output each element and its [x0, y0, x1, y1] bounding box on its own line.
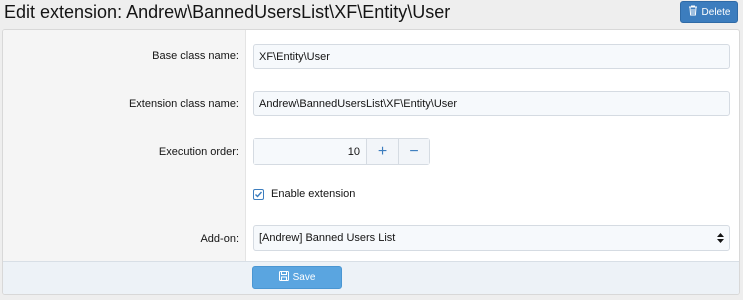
delete-button-label: Delete: [701, 6, 731, 18]
addon-selected-value: [Andrew] Banned Users List: [259, 232, 396, 244]
decrement-button[interactable]: −: [398, 139, 429, 164]
execution-order-stepper: 10 + −: [253, 138, 430, 165]
addon-label: Add-on:: [200, 233, 239, 245]
delete-button[interactable]: Delete: [680, 1, 738, 23]
page-title: Edit extension: Andrew\BannedUsersList\X…: [4, 2, 451, 22]
select-caret-icon: [717, 233, 724, 243]
addon-select[interactable]: [Andrew] Banned Users List: [253, 225, 730, 251]
extension-class-input[interactable]: Andrew\BannedUsersList\XF\Entity\User: [253, 91, 730, 116]
checkmark-icon: [255, 191, 263, 198]
extension-form: Base class name: XF\Entity\User Extensio…: [2, 29, 740, 295]
execution-order-input[interactable]: 10: [254, 139, 367, 164]
enable-extension-option[interactable]: Enable extension: [253, 188, 355, 200]
form-footer: Save: [3, 261, 739, 294]
increment-button[interactable]: +: [367, 139, 398, 164]
trash-icon: [688, 5, 698, 19]
floppy-disk-icon: [278, 271, 289, 284]
execution-order-label: Execution order:: [158, 146, 239, 158]
base-class-label: Base class name:: [152, 50, 239, 62]
enable-extension-checkbox[interactable]: [253, 188, 264, 200]
save-button[interactable]: Save: [252, 266, 342, 289]
enable-extension-label: Enable extension: [271, 188, 356, 200]
extension-class-label: Extension class name:: [128, 98, 239, 110]
base-class-input[interactable]: XF\Entity\User: [253, 44, 730, 69]
save-button-label: Save: [292, 272, 316, 283]
